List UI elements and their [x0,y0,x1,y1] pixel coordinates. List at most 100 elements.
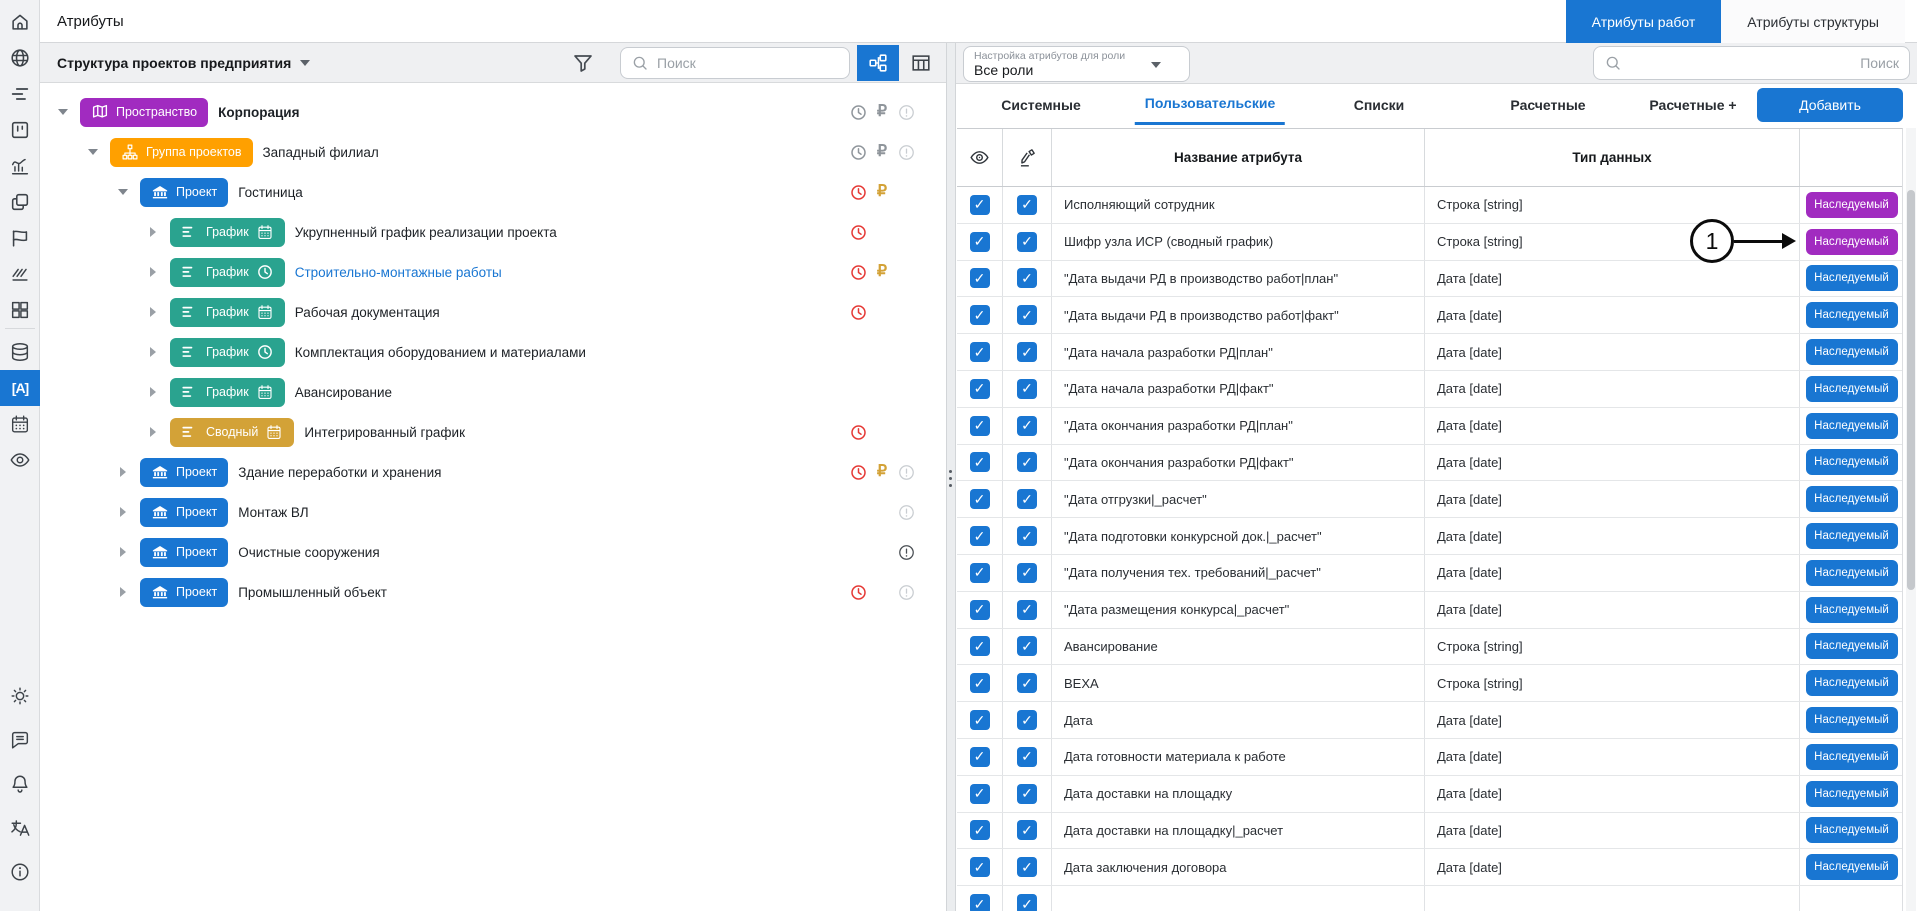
rail-translate-icon[interactable] [0,810,40,846]
visibility-checkbox[interactable]: ✓ [970,195,990,215]
visibility-checkbox[interactable]: ✓ [970,710,990,730]
attribute-name[interactable]: Шифр узла ИСР (сводный график) [1052,224,1425,260]
rail-globe-icon[interactable] [0,40,40,76]
top-tab-2[interactable]: Атрибуты структуры [1721,0,1905,43]
node-name[interactable]: Авансирование [295,385,392,400]
attribute-name[interactable]: "Дата подготовки конкурсной док.|_расчет… [1052,518,1425,554]
visibility-checkbox[interactable]: ✓ [970,232,990,252]
tree-node[interactable]: ГрафикКомплектация оборудованием и матер… [40,332,946,372]
edit-checkbox[interactable]: ✓ [1017,636,1037,656]
caret-collapsed-icon[interactable] [147,387,159,397]
visibility-checkbox[interactable]: ✓ [970,636,990,656]
attribute-name[interactable]: "Дата получения тех. требований|_расчет" [1052,555,1425,591]
attribute-name[interactable]: Дата доставки на площадку|_расчет [1052,813,1425,849]
tree-node[interactable]: ПроектГостиница₽ [40,172,946,212]
visibility-checkbox[interactable]: ✓ [970,784,990,804]
role-select[interactable]: Настройка атрибутов для роли Все роли [963,46,1190,82]
scrollbar-thumb[interactable] [1907,190,1915,590]
edit-checkbox[interactable]: ✓ [1017,894,1037,911]
edit-checkbox[interactable]: ✓ [1017,416,1037,436]
rail-grid-icon[interactable] [0,292,40,328]
tree-node[interactable]: ПроектОчистные сооружения [40,532,946,572]
node-name[interactable]: Очистные сооружения [238,545,379,560]
edit-checkbox[interactable]: ✓ [1017,747,1037,767]
caret-collapsed-icon[interactable] [117,467,129,477]
panel-splitter[interactable] [946,43,956,911]
attr-tab-3[interactable]: Списки [1344,84,1415,125]
rail-attributes-icon[interactable]: [A] [0,370,40,406]
attribute-name[interactable]: ВЕХА [1052,665,1425,701]
edit-checkbox[interactable]: ✓ [1017,342,1037,362]
edit-checkbox[interactable]: ✓ [1017,784,1037,804]
caret-expanded-icon[interactable] [87,149,99,155]
edit-checkbox[interactable]: ✓ [1017,232,1037,252]
visibility-checkbox[interactable]: ✓ [970,857,990,877]
node-name[interactable]: Монтаж ВЛ [238,505,308,520]
edit-checkbox[interactable]: ✓ [1017,195,1037,215]
visibility-checkbox[interactable]: ✓ [970,342,990,362]
caret-collapsed-icon[interactable] [147,427,159,437]
edit-checkbox[interactable]: ✓ [1017,489,1037,509]
edit-checkbox[interactable]: ✓ [1017,857,1037,877]
rail-theme-icon[interactable] [0,678,40,714]
rail-kanban-icon[interactable] [0,112,40,148]
attr-tab-2[interactable]: Пользовательские [1135,84,1285,125]
attribute-name[interactable]: "Дата размещения конкурса|_расчет" [1052,592,1425,628]
tree-view-toggle-button[interactable] [857,45,899,81]
rail-calendar-icon[interactable] [0,406,40,442]
tree-node[interactable]: ГрафикРабочая документация [40,292,946,332]
edit-checkbox[interactable]: ✓ [1017,379,1037,399]
tree-search-input[interactable]: Поиск [620,47,850,79]
edit-checkbox[interactable]: ✓ [1017,820,1037,840]
visibility-checkbox[interactable]: ✓ [970,416,990,436]
edit-checkbox[interactable]: ✓ [1017,710,1037,730]
tree-node[interactable]: СводныйИнтегрированный график [40,412,946,452]
node-name[interactable]: Гостиница [238,185,303,200]
attribute-name[interactable]: "Дата выдачи РД в производство работ|фак… [1052,297,1425,333]
node-name[interactable]: Укрупненный график реализации проекта [295,225,557,240]
caret-expanded-icon[interactable] [57,109,69,115]
rail-comments-icon[interactable] [0,722,40,758]
tree-node[interactable]: ПространствоКорпорация₽ [40,92,946,132]
attribute-name[interactable]: "Дата начала разработки РД|факт" [1052,371,1425,407]
caret-expanded-icon[interactable] [117,189,129,195]
node-name[interactable]: Корпорация [218,105,299,120]
attribute-name[interactable]: "Дата выдачи РД в производство работ|пла… [1052,261,1425,297]
vertical-scrollbar[interactable] [1906,128,1916,911]
visibility-checkbox[interactable]: ✓ [970,563,990,583]
attribute-name[interactable]: Дата доставки на площадку [1052,776,1425,812]
visibility-checkbox[interactable]: ✓ [970,600,990,620]
attribute-name[interactable]: Дата готовности материала к работе [1052,739,1425,775]
attr-tab-5[interactable]: Расчетные + [1639,84,1746,125]
caret-collapsed-icon[interactable] [147,347,159,357]
rail-flag-icon[interactable] [0,220,40,256]
attribute-name[interactable]: Дата [1052,702,1425,738]
edit-checkbox[interactable]: ✓ [1017,268,1037,288]
caret-collapsed-icon[interactable] [147,307,159,317]
node-name[interactable]: Рабочая документация [295,305,440,320]
filter-button[interactable] [571,51,595,75]
caret-collapsed-icon[interactable] [117,507,129,517]
attribute-name[interactable]: "Дата окончания разработки РД|факт" [1052,445,1425,481]
rail-eye-icon[interactable] [0,442,40,478]
visibility-checkbox[interactable]: ✓ [970,379,990,399]
caret-collapsed-icon[interactable] [117,547,129,557]
visibility-checkbox[interactable]: ✓ [970,820,990,840]
tree-node[interactable]: ГрафикАвансирование [40,372,946,412]
tree-node[interactable]: ПроектЗдание переработки и хранения₽ [40,452,946,492]
visibility-checkbox[interactable]: ✓ [970,673,990,693]
rail-copies-icon[interactable] [0,184,40,220]
rail-chart-curve-icon[interactable] [0,148,40,184]
visibility-checkbox[interactable]: ✓ [970,489,990,509]
attribute-name[interactable]: Дата заключения договора [1052,849,1425,885]
visibility-checkbox[interactable]: ✓ [970,268,990,288]
edit-checkbox[interactable]: ✓ [1017,452,1037,472]
visibility-checkbox[interactable]: ✓ [970,894,990,911]
attr-tab-4[interactable]: Расчетные [1500,84,1595,125]
top-tab-1[interactable]: Атрибуты работ [1566,0,1722,43]
node-name[interactable]: Промышленный объект [238,585,387,600]
tree-node[interactable]: ПроектМонтаж ВЛ [40,492,946,532]
tree-node[interactable]: ГрафикСтроительно-монтажные работы₽ [40,252,946,292]
visibility-checkbox[interactable]: ✓ [970,526,990,546]
rail-hatch-icon[interactable] [0,256,40,292]
